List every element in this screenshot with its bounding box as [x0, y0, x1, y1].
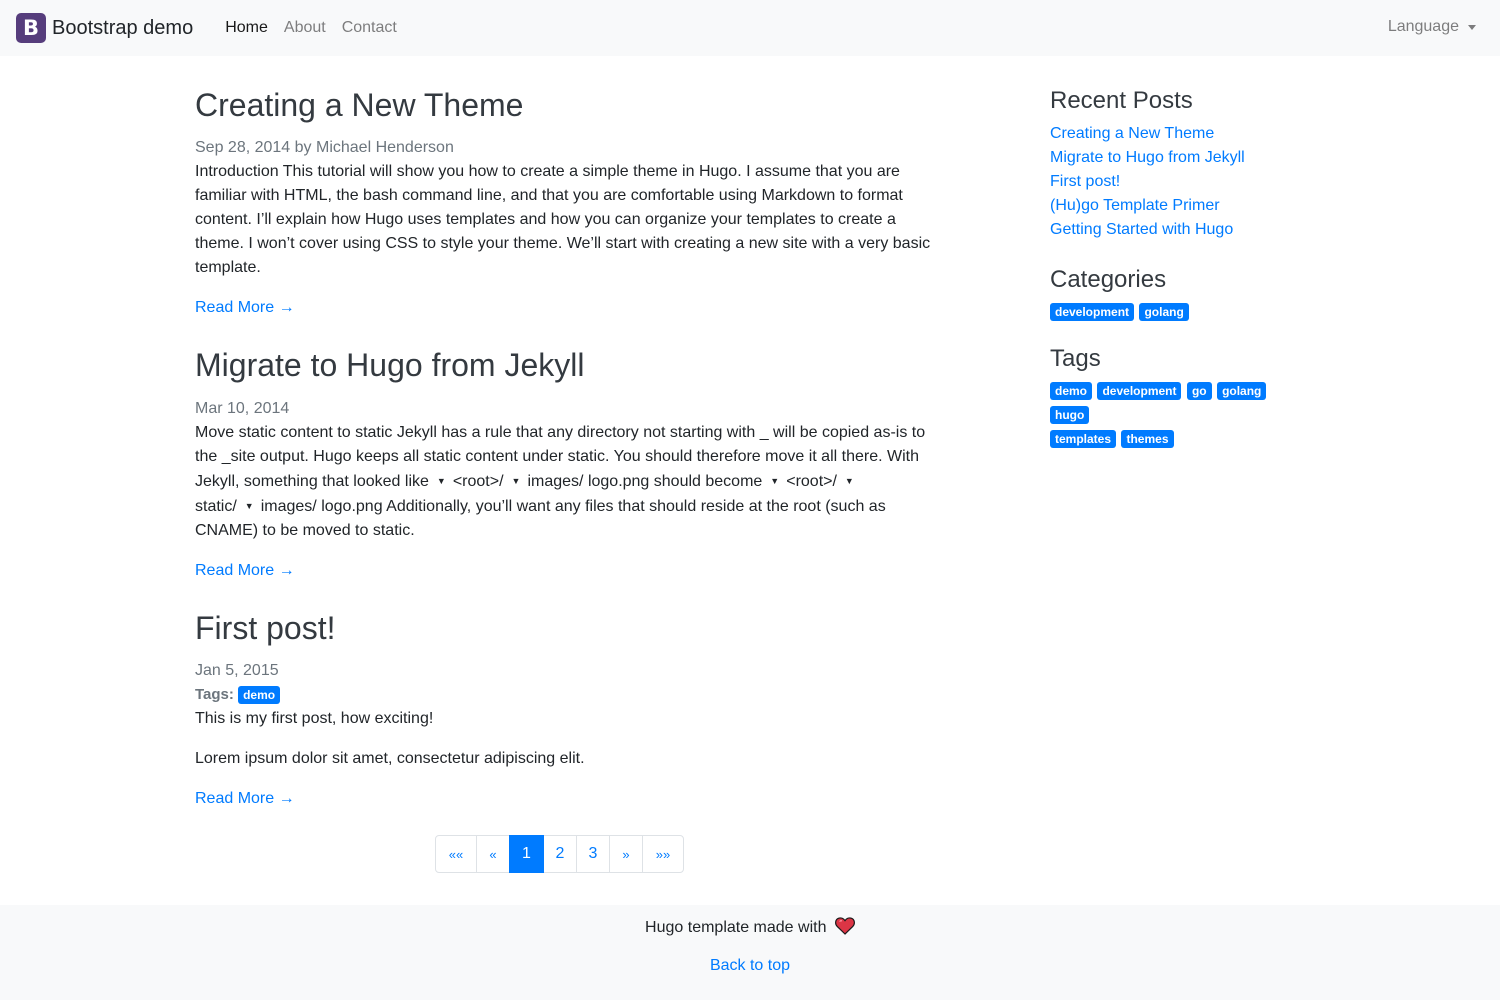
page-prev-button[interactable]: «	[476, 835, 510, 873]
excerpt-part: static/	[195, 497, 237, 515]
excerpt-part: <root>/	[452, 472, 504, 490]
page-1-button[interactable]: 1	[509, 835, 544, 873]
tag-badge[interactable]: hugo	[1050, 406, 1090, 425]
heart-icon	[835, 917, 855, 935]
recent-post-link[interactable]: (Hu)go Template Primer	[1050, 197, 1220, 214]
caret-down-icon	[1468, 25, 1476, 30]
post-summary: Migrate to Hugo from Jekyll Mar 10, 2014…	[195, 346, 935, 582]
language-label: Language	[1387, 18, 1459, 35]
post-summary: First post! Jan 5, 2015 Tags: demo This …	[195, 609, 935, 811]
triangle-down-icon: ▼	[844, 475, 854, 486]
tags-list: demo development go golang hugo template…	[1050, 379, 1310, 451]
tag-badge[interactable]: themes	[1121, 430, 1174, 449]
tags-heading: Tags	[1050, 344, 1101, 372]
post-title[interactable]: First post!	[195, 609, 935, 647]
post-author: by Michael Henderson	[290, 139, 454, 157]
category-badge[interactable]: development	[1050, 303, 1135, 322]
post-excerpt-text: This is my first post, how exciting!	[195, 710, 434, 728]
excerpt-part: <root>/	[786, 472, 837, 490]
footer-credit: Hugo template made with	[0, 917, 1500, 937]
post-title[interactable]: Migrate to Hugo from Jekyll	[195, 346, 935, 384]
back-to-top-link[interactable]: Back to top	[710, 957, 790, 974]
recent-post-link[interactable]: Creating a New Theme	[1050, 125, 1214, 142]
read-more-link[interactable]: Read More →	[195, 296, 295, 320]
excerpt-part: images/	[260, 497, 317, 515]
triangle-down-icon: ▼	[244, 500, 254, 511]
post-title[interactable]: Creating a New Theme	[195, 86, 935, 124]
post-date: Mar 10, 2014	[195, 399, 290, 417]
nav-links: Home About Contact	[217, 11, 405, 45]
recent-post-link[interactable]: Getting Started with Hugo	[1050, 221, 1233, 238]
recent-post-item: Getting Started with Hugo	[1050, 218, 1310, 242]
nav-link-about[interactable]: About	[276, 11, 334, 45]
tag-badge[interactable]: go	[1186, 382, 1212, 401]
language-dropdown[interactable]: Language	[1388, 18, 1476, 36]
footer: Hugo template made with Back to top	[0, 905, 1500, 1000]
page-3-button[interactable]: 3	[576, 835, 610, 873]
back-to-top-wrap: Back to top	[0, 957, 1500, 975]
recent-post-item: Migrate to Hugo from Jekyll	[1050, 146, 1310, 170]
tag-badge[interactable]: templates	[1050, 430, 1117, 449]
read-more-link[interactable]: Read More →	[195, 787, 295, 811]
page-last-button[interactable]: »»	[642, 835, 684, 873]
pagination: «« « 1 2 3 » »»	[435, 835, 684, 873]
page-next-button[interactable]: »	[609, 835, 643, 873]
tags-label: Tags:	[195, 686, 234, 704]
post-list: Creating a New Theme Sep 28, 2014 by Mic…	[195, 86, 935, 837]
sidebar: Recent Posts Creating a New Theme Migrat…	[1050, 87, 1310, 457]
category-badge[interactable]: golang	[1139, 303, 1189, 322]
post-meta: Mar 10, 2014	[195, 397, 935, 421]
recent-posts-list: Creating a New Theme Migrate to Hugo fro…	[1050, 122, 1310, 242]
footer-credit-text: Hugo template made with	[645, 919, 827, 936]
recent-post-link[interactable]: First post!	[1050, 173, 1120, 190]
post-tags: Tags: demo	[195, 683, 935, 707]
post-excerpt: Move static content to static Jekyll has…	[195, 421, 935, 543]
page-first-button[interactable]: ««	[435, 835, 477, 873]
post-excerpt-text: Introduction This tutorial will show you…	[195, 163, 931, 277]
brand-name: Bootstrap demo	[52, 16, 194, 39]
post-date: Jan 5, 2015	[195, 662, 279, 680]
navbar: B Bootstrap demo Home About Contact Lang…	[0, 0, 1500, 56]
excerpt-part: images/	[527, 472, 584, 490]
categories-list: development golang	[1050, 301, 1310, 325]
tag-badge[interactable]: golang	[1217, 382, 1267, 401]
post-excerpt: This is my first post, how exciting! Lor…	[195, 707, 935, 771]
post-summary: Creating a New Theme Sep 28, 2014 by Mic…	[195, 86, 935, 320]
post-excerpt: Introduction This tutorial will show you…	[195, 160, 935, 280]
recent-post-link[interactable]: Migrate to Hugo from Jekyll	[1050, 149, 1245, 166]
nav-link-home[interactable]: Home	[217, 11, 276, 45]
triangle-down-icon: ▼	[436, 475, 446, 486]
nav-link-contact[interactable]: Contact	[334, 11, 405, 45]
tag-badge[interactable]: development	[1097, 382, 1182, 401]
tag-badge[interactable]: demo	[1050, 382, 1093, 401]
triangle-down-icon: ▼	[770, 475, 780, 486]
post-meta: Sep 28, 2014 by Michael Henderson	[195, 136, 935, 160]
post-meta: Jan 5, 2015	[195, 659, 935, 683]
tag-badge[interactable]: demo	[238, 686, 281, 705]
recent-post-item: First post!	[1050, 170, 1310, 194]
recent-posts-heading: Recent Posts	[1050, 87, 1193, 114]
post-excerpt-text: Lorem ipsum dolor sit amet, consectetur …	[195, 750, 585, 768]
bootstrap-logo-icon: B	[16, 13, 46, 43]
triangle-down-icon: ▼	[511, 475, 521, 486]
page-2-button[interactable]: 2	[543, 835, 577, 873]
excerpt-part: logo.png should become	[587, 472, 763, 490]
read-more-link[interactable]: Read More →	[195, 559, 295, 583]
post-excerpt-text: Move static content to static Jekyll has…	[195, 421, 935, 543]
post-date: Sep 28, 2014	[195, 139, 291, 157]
recent-post-item: Creating a New Theme	[1050, 122, 1310, 146]
categories-heading: Categories	[1050, 265, 1167, 293]
recent-post-item: (Hu)go Template Primer	[1050, 194, 1310, 218]
brand[interactable]: B Bootstrap demo	[16, 13, 193, 43]
